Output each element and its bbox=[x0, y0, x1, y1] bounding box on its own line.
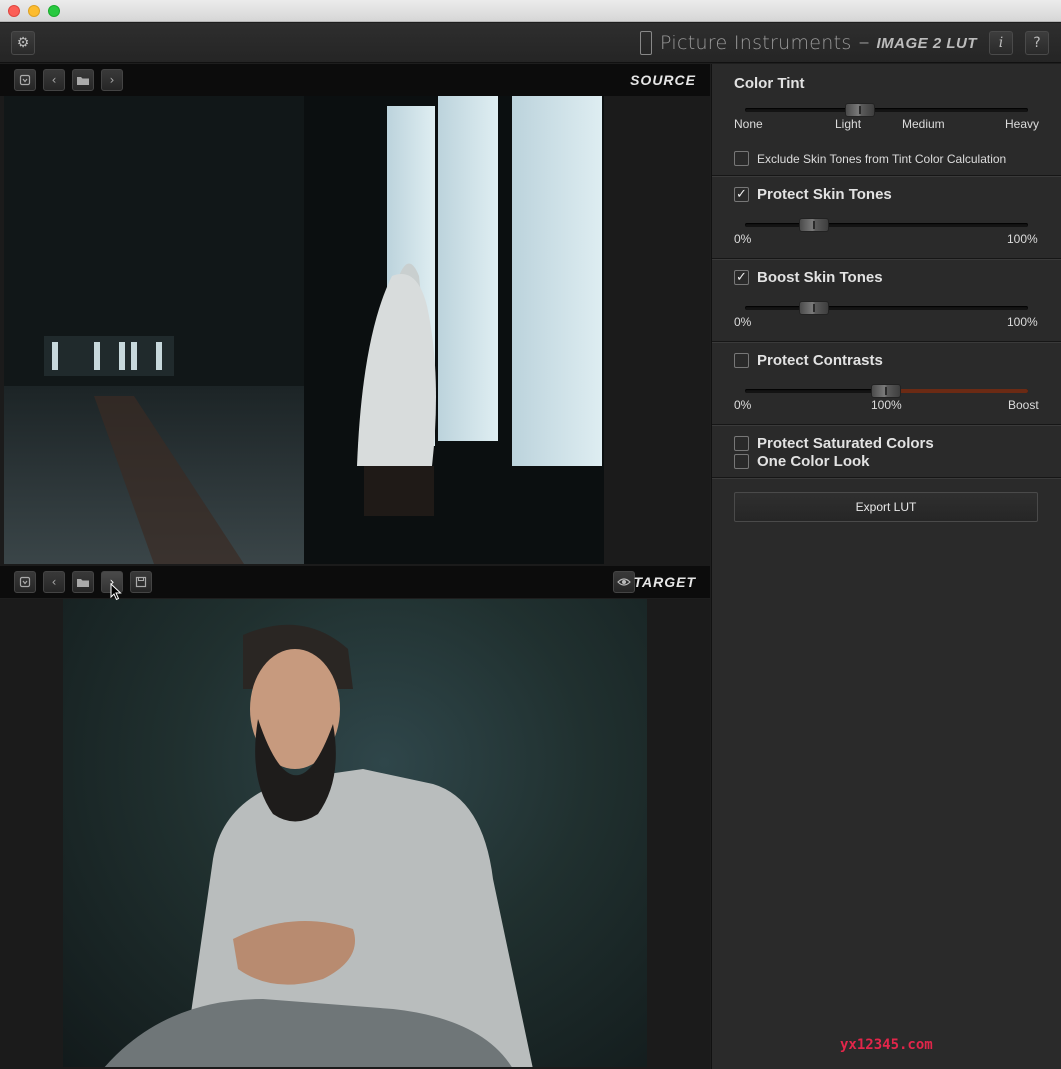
source-open-folder-icon[interactable] bbox=[72, 69, 94, 91]
settings-sidebar: Color Tint None Light Medium Heavy Exclu… bbox=[711, 64, 1061, 1069]
window-minimize-button[interactable] bbox=[28, 5, 40, 17]
source-label: SOURCE bbox=[630, 72, 696, 88]
color-tint-tick-heavy: Heavy bbox=[1005, 117, 1040, 131]
brand-logo-icon bbox=[640, 31, 653, 55]
settings-gear-icon[interactable]: ⚙ bbox=[11, 31, 35, 55]
target-open-folder-icon[interactable] bbox=[72, 571, 94, 593]
source-next-button[interactable]: › bbox=[101, 69, 123, 91]
protect-contrasts-section: Protect Contrasts 0% 100% Boost bbox=[712, 343, 1061, 425]
brand: Picture Instruments – IMAGE 2 LUT bbox=[640, 31, 977, 55]
protect-contrasts-min-label: 0% bbox=[734, 398, 752, 412]
help-button[interactable]: ? bbox=[1025, 31, 1049, 55]
color-tint-tick-light: Light bbox=[835, 117, 862, 131]
protect-saturated-label: Protect Saturated Colors bbox=[757, 435, 934, 452]
boost-skin-checkbox[interactable]: ✓ bbox=[734, 270, 749, 285]
window-titlebar bbox=[0, 0, 1061, 22]
target-toolbar: ‹ › TARGET bbox=[0, 566, 710, 598]
brand-separator: – bbox=[859, 34, 869, 51]
window-zoom-button[interactable] bbox=[48, 5, 60, 17]
protect-saturated-checkbox[interactable] bbox=[734, 436, 749, 451]
boost-skin-min-label: 0% bbox=[734, 315, 752, 329]
protect-skin-slider-track[interactable] bbox=[745, 223, 1028, 227]
target-previous-button[interactable]: ‹ bbox=[43, 571, 65, 593]
color-tint-slider-thumb[interactable] bbox=[845, 103, 875, 117]
options-section: Protect Saturated Colors One Color Look bbox=[712, 426, 1061, 478]
one-color-look-label: One Color Look bbox=[757, 453, 870, 470]
color-tint-slider-track[interactable] bbox=[745, 108, 1028, 112]
source-reset-icon[interactable] bbox=[14, 69, 36, 91]
boost-skin-slider-track[interactable] bbox=[745, 306, 1028, 310]
protect-skin-section: ✓ Protect Skin Tones 0% 100% bbox=[712, 177, 1061, 259]
watermark: yx12345.com bbox=[840, 1037, 933, 1053]
protect-contrasts-label: Protect Contrasts bbox=[757, 352, 883, 369]
source-photo bbox=[4, 96, 604, 564]
protect-skin-checkbox[interactable]: ✓ bbox=[734, 187, 749, 202]
product-name: IMAGE 2 LUT bbox=[876, 34, 977, 52]
color-tint-tick-none: None bbox=[734, 117, 763, 131]
protect-skin-slider-thumb[interactable] bbox=[799, 218, 829, 232]
boost-skin-max-label: 100% bbox=[1007, 315, 1038, 329]
color-tint-title: Color Tint bbox=[734, 75, 805, 92]
boost-skin-label: Boost Skin Tones bbox=[757, 269, 883, 286]
export-lut-button[interactable]: Export LUT bbox=[734, 492, 1038, 522]
info-button[interactable]: i bbox=[989, 31, 1013, 55]
source-toolbar: ‹ › SOURCE bbox=[0, 64, 710, 96]
color-tint-section: Color Tint None Light Medium Heavy Exclu… bbox=[712, 64, 1061, 176]
target-reset-icon[interactable] bbox=[14, 571, 36, 593]
exclude-skin-checkbox[interactable] bbox=[734, 151, 749, 166]
target-photo bbox=[63, 599, 647, 1067]
protect-contrasts-checkbox[interactable] bbox=[734, 353, 749, 368]
target-label: TARGET bbox=[633, 574, 696, 590]
brand-name: Picture Instruments bbox=[660, 32, 852, 54]
target-save-icon[interactable] bbox=[130, 571, 152, 593]
protect-contrasts-slider-thumb[interactable] bbox=[871, 384, 901, 398]
exclude-skin-label: Exclude Skin Tones from Tint Color Calcu… bbox=[757, 152, 1007, 166]
protect-skin-max-label: 100% bbox=[1007, 232, 1038, 246]
boost-skin-slider-thumb[interactable] bbox=[799, 301, 829, 315]
window-close-button[interactable] bbox=[8, 5, 20, 17]
protect-contrasts-max-label: Boost bbox=[1008, 398, 1039, 412]
protect-contrasts-mid-label: 100% bbox=[871, 398, 902, 412]
boost-skin-section: ✓ Boost Skin Tones 0% 100% bbox=[712, 260, 1061, 342]
color-tint-tick-medium: Medium bbox=[902, 117, 945, 131]
target-image-area[interactable] bbox=[0, 599, 710, 1069]
protect-skin-label: Protect Skin Tones bbox=[757, 186, 892, 203]
preview-eye-icon[interactable] bbox=[613, 571, 635, 593]
source-image-area[interactable] bbox=[0, 96, 710, 566]
protect-contrasts-boost-fill bbox=[886, 389, 1028, 393]
one-color-look-checkbox[interactable] bbox=[734, 454, 749, 469]
source-previous-button[interactable]: ‹ bbox=[43, 69, 65, 91]
mouse-cursor-icon bbox=[110, 583, 122, 601]
protect-skin-min-label: 0% bbox=[734, 232, 752, 246]
app-toolbar: ⚙ Picture Instruments – IMAGE 2 LUT i ? bbox=[0, 23, 1061, 63]
